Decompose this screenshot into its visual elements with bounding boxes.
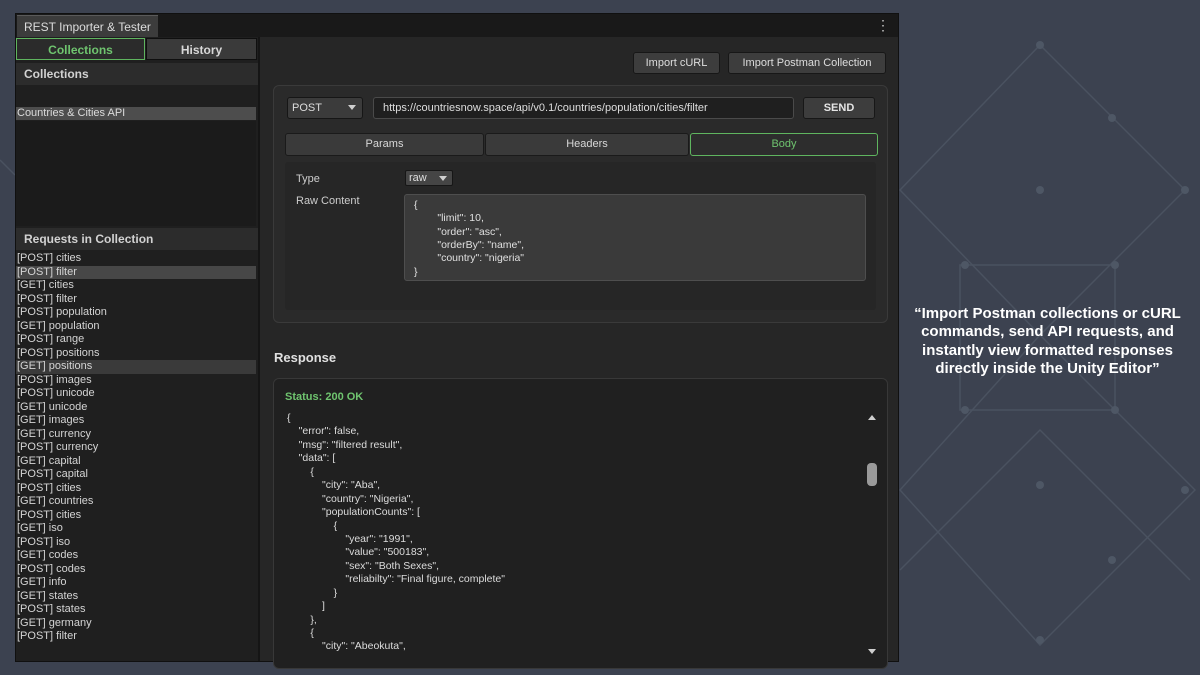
request-item[interactable]: [POST] cities (16, 252, 256, 266)
request-item[interactable]: [GET] cities (16, 279, 256, 293)
response-line: "error": false, (287, 425, 360, 438)
response-line: } (287, 586, 338, 599)
request-panel: POST https://countriesnow.space/api/v0.1… (273, 85, 888, 323)
type-label: Type (296, 173, 320, 185)
response-line: { (287, 627, 314, 639)
request-item[interactable]: [POST] capital (16, 468, 256, 482)
request-item[interactable]: [GET] positions (16, 360, 256, 374)
raw-content-line: "order": "asc", (414, 225, 502, 238)
send-button[interactable]: SEND (803, 97, 875, 119)
request-item[interactable]: [GET] info (16, 576, 256, 590)
response-line: { (287, 412, 291, 424)
response-line: ] (287, 600, 325, 613)
request-item[interactable]: [GET] iso (16, 522, 256, 536)
request-item[interactable]: [GET] population (16, 320, 256, 334)
editor-window: REST Importer & Tester ⋮ Collections His… (15, 13, 899, 669)
scroll-up-icon[interactable] (868, 415, 876, 420)
tab-params[interactable]: Params (285, 133, 484, 156)
request-item[interactable]: [GET] countries (16, 495, 256, 509)
tab-headers[interactable]: Headers (485, 133, 689, 156)
request-item[interactable]: [POST] cities (16, 509, 256, 523)
raw-content-line: "limit": 10, (414, 212, 484, 225)
response-line: "sex": "Both Sexes", (287, 559, 440, 572)
request-item[interactable]: [POST] cities (16, 482, 256, 496)
body-type-value: raw (409, 172, 427, 184)
request-item[interactable]: [POST] currency (16, 441, 256, 455)
main-panel: Import cURL Import Postman Collection PO… (260, 37, 898, 669)
request-item[interactable]: [GET] codes (16, 549, 256, 563)
response-line: "msg": "filtered result", (287, 438, 403, 451)
method-value: POST (292, 102, 322, 114)
request-item[interactable]: [POST] unicode (16, 387, 256, 401)
collections-list-area (16, 121, 256, 226)
request-item[interactable]: [POST] population (16, 306, 256, 320)
response-line: "reliabilty": "Final figure, complete" (287, 573, 505, 586)
title-bar: REST Importer & Tester ⋮ (16, 14, 898, 37)
import-postman-button[interactable]: Import Postman Collection (728, 52, 886, 74)
kebab-menu-icon[interactable]: ⋮ (876, 17, 890, 33)
response-line: "city": "Aba", (287, 479, 381, 492)
request-item[interactable]: [POST] iso (16, 536, 256, 550)
method-select[interactable]: POST (287, 97, 363, 119)
chevron-down-icon (348, 105, 356, 110)
raw-content-line: { (414, 199, 418, 211)
response-line: { (287, 519, 338, 532)
import-curl-button[interactable]: Import cURL (633, 52, 720, 74)
raw-content-textarea[interactable]: { "limit": 10, "order": "asc", "orderBy"… (404, 194, 866, 281)
response-line: }, (287, 613, 317, 626)
tab-history[interactable]: History (146, 38, 257, 60)
request-item[interactable]: [POST] range (16, 333, 256, 347)
response-line: "country": "Nigeria", (287, 492, 414, 505)
request-item[interactable]: [GET] unicode (16, 401, 256, 415)
tab-collections[interactable]: Collections (16, 38, 145, 60)
response-panel: Status: 200 OK { "error": false, "msg": … (273, 378, 888, 669)
request-item[interactable]: [POST] images (16, 374, 256, 388)
request-item[interactable]: [GET] germany (16, 617, 256, 631)
response-line: "year": "1991", (287, 532, 413, 545)
request-item[interactable]: [GET] states (16, 590, 256, 604)
request-item[interactable]: [POST] filter (16, 265, 256, 279)
body-editor: Type raw Raw Content { "limit": 10, "ord… (285, 162, 876, 310)
requests-heading: Requests in Collection (16, 228, 258, 250)
request-item[interactable]: [GET] capital (16, 455, 256, 469)
response-line: "data": [ (287, 452, 336, 465)
response-line: "city": "Abeokuta", (287, 640, 406, 653)
scroll-down-icon[interactable] (868, 649, 876, 654)
raw-content-line: "orderBy": "name", (414, 238, 525, 251)
raw-content-label: Raw Content (296, 195, 360, 207)
status-text: Status: 200 OK (285, 391, 364, 403)
scrollbar-thumb[interactable] (867, 463, 877, 486)
response-heading: Response (274, 350, 337, 365)
raw-content-line: } (414, 265, 418, 278)
response-body: { "error": false, "msg": "filtered resul… (287, 412, 505, 654)
left-panel: Collections History Collections Countrie… (16, 37, 260, 661)
request-item[interactable]: [POST] filter (16, 293, 256, 307)
collections-heading: Collections (16, 63, 258, 85)
tagline: “Import Postman collections or cURL comm… (914, 305, 1181, 377)
tab-body[interactable]: Body (690, 133, 878, 156)
requests-list: [POST] cities [POST] filter [GET] cities [P… (16, 252, 256, 644)
chevron-down-icon (439, 176, 447, 181)
response-line: "value": "500183", (287, 546, 430, 559)
request-item[interactable]: [POST] states (16, 603, 256, 617)
window-title-tab[interactable]: REST Importer & Tester (17, 15, 158, 37)
request-item[interactable]: [POST] codes (16, 563, 256, 577)
response-line: "populationCounts": [ (287, 506, 420, 519)
body-type-select[interactable]: raw (405, 170, 453, 186)
request-item[interactable]: [POST] positions (16, 347, 256, 361)
request-item[interactable]: [POST] filter (16, 630, 256, 644)
url-input[interactable]: https://countriesnow.space/api/v0.1/coun… (373, 97, 794, 119)
request-item[interactable]: [GET] currency (16, 428, 256, 442)
request-item[interactable]: [GET] images (16, 414, 256, 428)
collection-item[interactable]: Countries & Cities API (16, 107, 256, 120)
response-line: { (287, 465, 314, 478)
left-tab-bar: Collections History (16, 37, 258, 61)
raw-content-line: "country": "nigeria" (414, 252, 525, 265)
